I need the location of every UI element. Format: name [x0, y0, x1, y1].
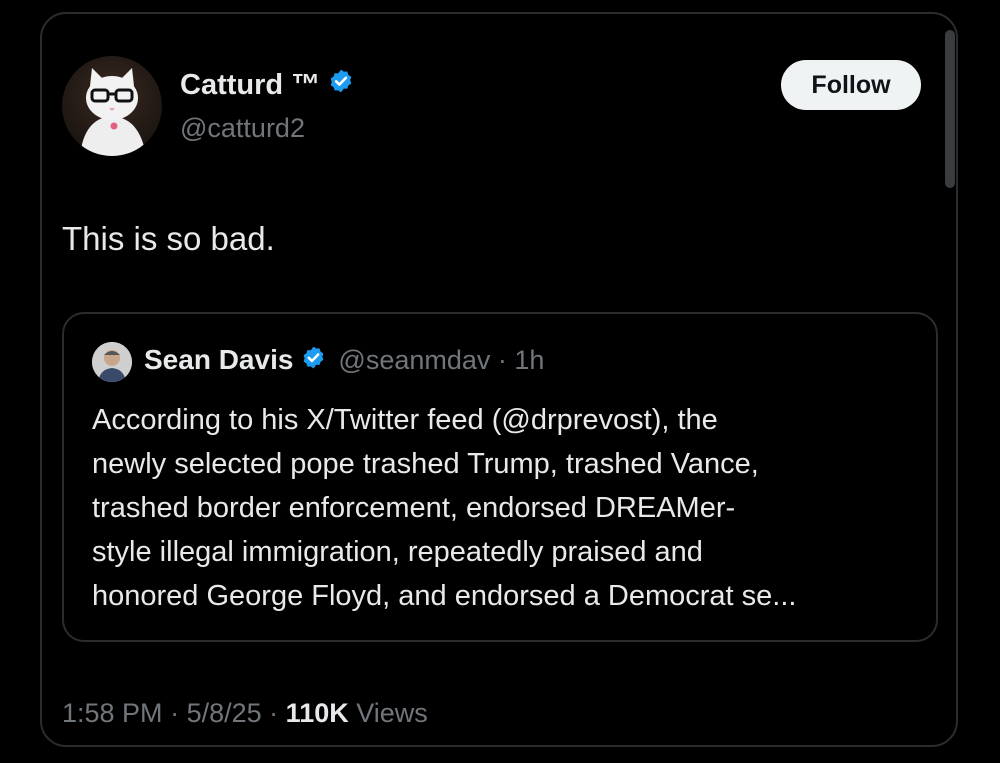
follow-button[interactable]: Follow: [781, 60, 921, 110]
separator-dot: ·: [170, 698, 187, 728]
views-count: 110K: [285, 698, 349, 728]
person-avatar-icon: [92, 342, 132, 382]
quoted-text-line: trashed border enforcement, endorsed DRE…: [92, 492, 736, 524]
quoted-text-line: style illegal immigration, repeatedly pr…: [92, 536, 703, 568]
tweet-time[interactable]: 1:58 PM: [62, 698, 163, 728]
quoted-text-line: honored George Floyd, and endorsed a Dem…: [92, 580, 797, 612]
tweet-footer: 1:58 PM · 5/8/25 · 110K Views: [62, 698, 428, 729]
verified-badge-icon: [328, 68, 354, 102]
quoted-tweet-text: According to his X/Twitter feed (@drprev…: [92, 398, 912, 618]
quoted-verified-badge-icon: [301, 345, 326, 375]
scrollbar[interactable]: [945, 30, 955, 188]
cat-avatar-icon: [80, 68, 146, 156]
separator-dot: ·: [269, 698, 286, 728]
author-handle[interactable]: @catturd2: [180, 113, 305, 144]
quoted-text-line: newly selected pope trashed Trump, trash…: [92, 448, 759, 480]
quoted-tweet-header: Sean Davis @seanmdav · 1h: [144, 344, 544, 376]
quoted-author-avatar[interactable]: [92, 342, 132, 382]
views-label: Views: [356, 698, 428, 728]
author-name-text: Catturd ™: [180, 68, 321, 101]
tweet-date[interactable]: 5/8/25: [187, 698, 262, 728]
quoted-text-line: According to his X/Twitter feed (@drprev…: [92, 404, 718, 436]
tweet-text: This is so bad.: [62, 220, 275, 257]
author-avatar[interactable]: [62, 56, 162, 156]
author-display-name[interactable]: Catturd ™: [180, 68, 354, 102]
quoted-author-name[interactable]: Sean Davis: [144, 344, 293, 376]
quoted-author-handle-time[interactable]: @seanmdav · 1h: [338, 345, 544, 376]
